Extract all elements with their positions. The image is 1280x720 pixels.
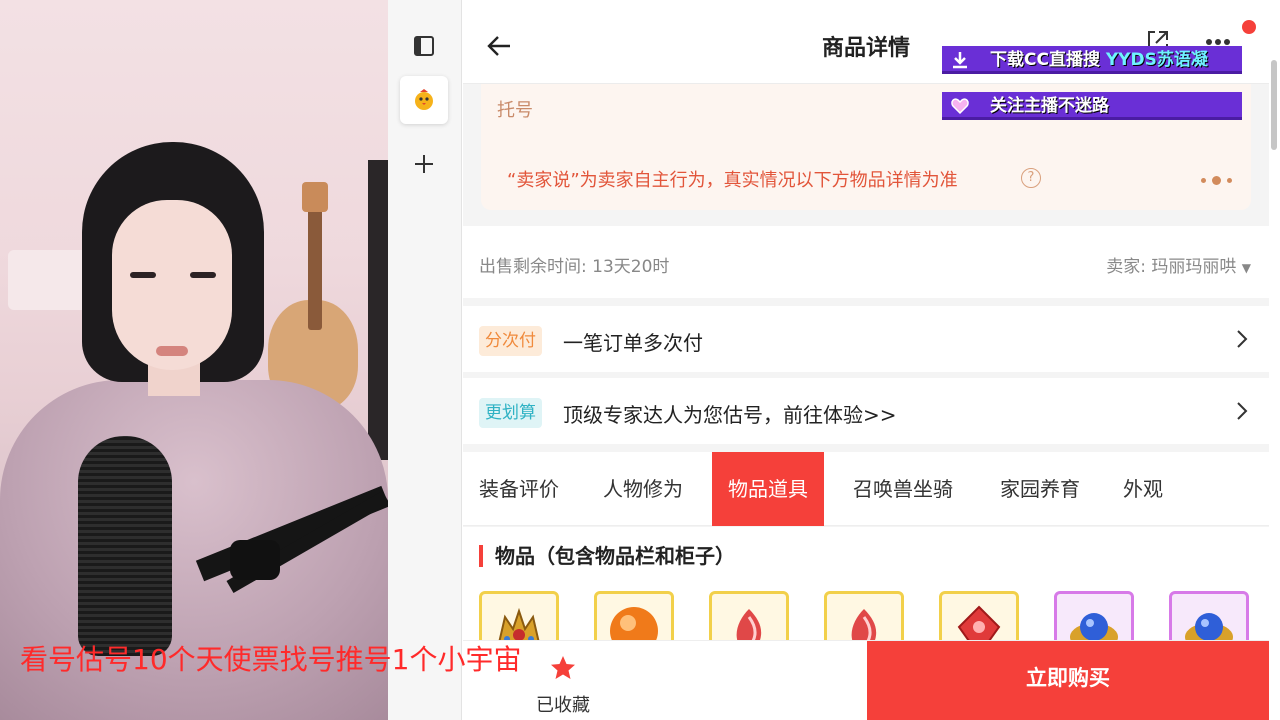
microphone <box>78 436 172 656</box>
tab-homestead[interactable]: 家园养育 <box>1000 452 1080 526</box>
tab-character-cultivation[interactable]: 人物修为 <box>603 452 683 526</box>
webcam-feed <box>0 0 388 720</box>
appraisal-tag: 更划算 <box>479 398 542 428</box>
appraisal-row[interactable]: 更划算 顶级专家达人为您估号，前往体验>> <box>463 378 1269 444</box>
favorite-label: 已收藏 <box>536 695 590 716</box>
download-icon <box>953 52 967 69</box>
tab-appearance[interactable]: 外观 <box>1123 452 1163 526</box>
add-tab-icon[interactable] <box>400 140 448 188</box>
appraisal-text: 顶级专家达人为您估号，前往体验>> <box>563 403 897 427</box>
installment-text: 一笔订单多次付 <box>563 331 703 355</box>
sale-info-row: 出售剩余时间: 13天20时 卖家: 玛丽玛丽哄 ▼ <box>463 226 1269 298</box>
loading-dots-icon <box>1201 176 1232 185</box>
heart-icon <box>951 98 969 115</box>
bottom-action-bar: 已收藏 立即购买 <box>463 640 1269 720</box>
guitar-head <box>302 182 328 212</box>
installment-row[interactable]: 分次付 一笔订单多次付 <box>463 306 1269 372</box>
follow-overlay-text: 关注主播不迷路 <box>990 96 1109 116</box>
scrollbar[interactable] <box>1271 60 1277 150</box>
download-overlay-banner: 下载CC直播搜 YYDS苏语凝 <box>942 46 1242 74</box>
chick-app-icon[interactable] <box>400 76 448 124</box>
tab-pets-mounts[interactable]: 召唤兽坐骑 <box>853 452 953 526</box>
detail-tabs: 装备评价 人物修为 物品道具 召唤兽坐骑 家园养育 外观 <box>463 452 1269 526</box>
chevron-right-icon <box>1235 328 1249 350</box>
download-overlay-text: 下载CC直播搜 <box>990 50 1106 70</box>
chevron-right-icon <box>1235 400 1249 422</box>
tab-items[interactable]: 物品道具 <box>712 452 824 526</box>
remain-time: 出售剩余时间: 13天20时 <box>479 257 670 277</box>
browser-sidebar <box>388 0 462 720</box>
seller-dropdown[interactable]: 卖家: 玛丽玛丽哄 ▼ <box>1106 252 1251 277</box>
notification-dot-icon <box>1242 20 1256 34</box>
favorite-button[interactable]: 已收藏 <box>523 649 603 719</box>
installment-tag: 分次付 <box>479 326 542 356</box>
stream-caption: 看号估号10个天使票找号推号1个小宇宙 <box>20 643 522 676</box>
star-icon <box>551 656 575 679</box>
streamer-lips <box>156 346 188 356</box>
download-overlay-highlight: YYDS苏语凝 <box>1105 50 1208 70</box>
streamer-face <box>112 200 232 370</box>
tab-equipment-rating[interactable]: 装备评价 <box>479 452 559 526</box>
streamer-eye-right <box>190 272 216 278</box>
notice-text: “卖家说”为卖家自主行为，真实情况以下方物品详情为准 <box>507 170 958 191</box>
mic-clamp <box>230 540 280 580</box>
seller-name: 卖家: 玛丽玛丽哄 <box>1106 257 1237 277</box>
follow-overlay-banner: 关注主播不迷路 <box>942 92 1242 120</box>
background-stand <box>368 160 388 460</box>
items-section-title: 物品（包含物品栏和柜子） <box>479 545 735 567</box>
help-icon[interactable]: ? <box>1021 168 1041 188</box>
notice-title: 托号 <box>497 100 533 121</box>
caret-down-icon: ▼ <box>1241 261 1251 275</box>
tab-overview-icon[interactable] <box>400 22 448 70</box>
streamer-eye-left <box>130 272 156 278</box>
buy-now-button[interactable]: 立即购买 <box>867 641 1269 720</box>
